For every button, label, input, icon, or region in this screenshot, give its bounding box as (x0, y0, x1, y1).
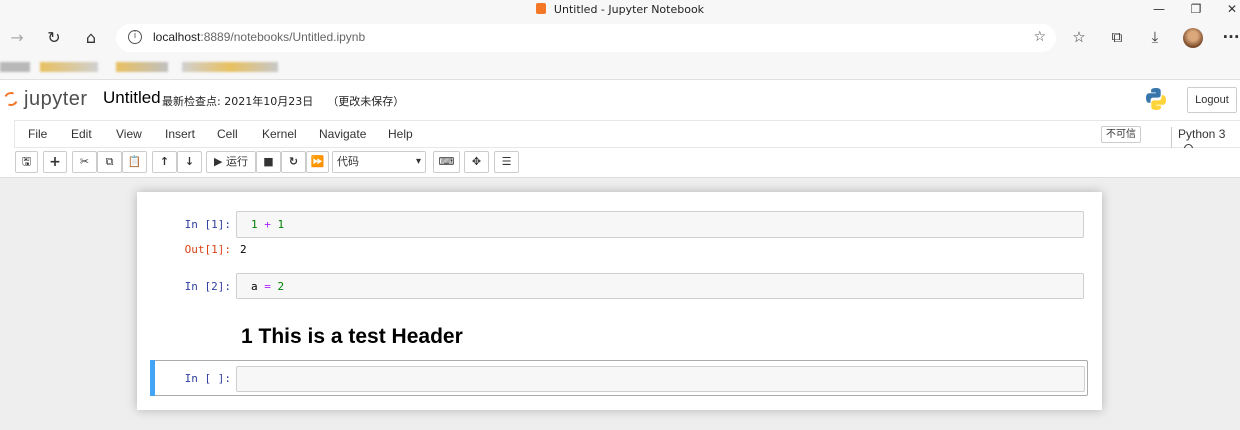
minimize-button[interactable]: — (1149, 2, 1169, 16)
checkpoint-status: 最新检查点: 2021年10月23日 （更改未保存） (162, 93, 404, 109)
selected-cell[interactable]: In [ ]: (150, 360, 1088, 396)
bookmark-item[interactable] (0, 62, 30, 72)
url-text[interactable]: localhost:8889/notebooks/Untitled.ipynb (153, 30, 365, 44)
code-text: 1 + 1 (251, 218, 285, 231)
move-down-icon[interactable]: ↓ (177, 151, 202, 173)
site-info-icon[interactable]: i (128, 30, 142, 44)
notebook-toolbar: 🖫 + ✂ ⧉ 📋 ↑ ↓ ▶ 运行 ■ ↻ ⏩ 代码 ▾ ⌨ ✥ ☰ (0, 148, 1240, 178)
profile-avatar[interactable] (1183, 28, 1203, 48)
cut-icon[interactable]: ✂ (72, 151, 97, 173)
code-cell-input[interactable] (236, 366, 1085, 392)
collections-icon[interactable]: ⧉ (1106, 28, 1128, 46)
menu-file[interactable]: File (28, 127, 47, 141)
menu-view[interactable]: View (116, 127, 142, 141)
kernel-name: Python 3 (1178, 127, 1226, 141)
home-icon[interactable]: ⌂ (80, 28, 102, 48)
menu-insert[interactable]: Insert (165, 127, 195, 141)
browser-toolbar: → ↻ ⌂ i localhost:8889/notebooks/Untitle… (0, 20, 1240, 56)
bookmark-item[interactable] (182, 62, 278, 72)
crosshair-icon[interactable]: ✥ (464, 151, 489, 173)
code-cell-input[interactable]: 1 + 1 (236, 211, 1084, 238)
list-icon[interactable]: ☰ (494, 151, 519, 173)
code-text: a = 2 (251, 280, 285, 293)
close-button[interactable]: ✕ (1222, 2, 1240, 16)
refresh-icon[interactable]: ↻ (43, 28, 65, 48)
input-prompt: In [2]: (184, 280, 231, 293)
output-prompt: Out[1]: (184, 243, 231, 256)
jupyter-tab-icon (535, 3, 546, 14)
interrupt-icon[interactable]: ■ (256, 151, 281, 173)
add-favorite-icon[interactable]: ☆ (1033, 29, 1046, 45)
notebook-name[interactable]: Untitled (103, 88, 161, 108)
input-prompt: In [ ]: (184, 372, 231, 385)
notebook-page: In [1]: 1 + 1 Out[1]: 2 In [2]: a = 2 1 … (137, 192, 1102, 410)
menu-kernel[interactable]: Kernel (262, 127, 297, 141)
paste-icon[interactable]: 📋 (122, 151, 147, 173)
jupyter-logo-text: jupyter (24, 88, 88, 110)
jupyter-header: jupyter Untitled 最新检查点: 2021年10月23日 （更改未保… (0, 80, 1240, 120)
more-icon[interactable]: ··· (1220, 28, 1240, 46)
code-cell-input[interactable]: a = 2 (236, 273, 1084, 299)
input-prompt: In [1]: (184, 218, 231, 231)
copy-icon[interactable]: ⧉ (97, 151, 122, 173)
menu-cell[interactable]: Cell (217, 127, 238, 141)
window-titlebar: Untitled - Jupyter Notebook — ❐ ✕ (0, 0, 1240, 20)
checkpoint-text: 最新检查点: 2021年10月23日 (162, 95, 314, 108)
keyboard-icon[interactable]: ⌨ (433, 151, 460, 173)
cell-type-select[interactable]: 代码 ▾ (332, 151, 426, 173)
python-logo-icon (1146, 88, 1166, 110)
chevron-down-icon: ▾ (415, 156, 421, 167)
insert-cell-icon[interactable]: + (43, 151, 67, 173)
run-all-icon[interactable]: ⏩ (306, 151, 329, 173)
url-path: :8889/notebooks/Untitled.ipynb (200, 30, 366, 44)
restore-button[interactable]: ❐ (1186, 2, 1206, 16)
menu-navigate[interactable]: Navigate (319, 127, 366, 141)
run-button[interactable]: ▶ 运行 (206, 151, 256, 173)
forward-icon[interactable]: → (6, 28, 28, 48)
menu-edit[interactable]: Edit (71, 127, 92, 141)
bookmark-item[interactable] (40, 62, 98, 72)
favorites-icon[interactable]: ☆ (1068, 28, 1090, 46)
logout-button[interactable]: Logout (1187, 87, 1237, 113)
window-title: Untitled - Jupyter Notebook (0, 3, 1240, 16)
address-bar[interactable]: i localhost:8889/notebooks/Untitled.ipyn… (116, 24, 1056, 52)
markdown-heading[interactable]: 1 This is a test Header (241, 325, 463, 349)
restart-icon[interactable]: ↻ (281, 151, 306, 173)
cell-output: 2 (240, 243, 247, 256)
url-host: localhost (153, 30, 201, 44)
cell-type-value: 代码 (337, 155, 359, 168)
window-title-text: Untitled - Jupyter Notebook (553, 3, 705, 16)
move-up-icon[interactable]: ↑ (152, 151, 177, 173)
menubar: File Edit View Insert Cell Kernel Naviga… (0, 120, 1240, 155)
cell-selection-bar (150, 360, 155, 396)
jupyter-logo-icon (2, 90, 20, 108)
bookmarks-bar (0, 56, 1240, 80)
trust-indicator[interactable]: 不可信 (1101, 126, 1141, 143)
unsaved-indicator: （更改未保存） (327, 95, 405, 108)
menu-help[interactable]: Help (388, 127, 413, 141)
downloads-icon[interactable]: ⤓ (1144, 28, 1166, 46)
bookmark-item[interactable] (116, 62, 168, 72)
save-icon[interactable]: 🖫 (15, 151, 38, 173)
